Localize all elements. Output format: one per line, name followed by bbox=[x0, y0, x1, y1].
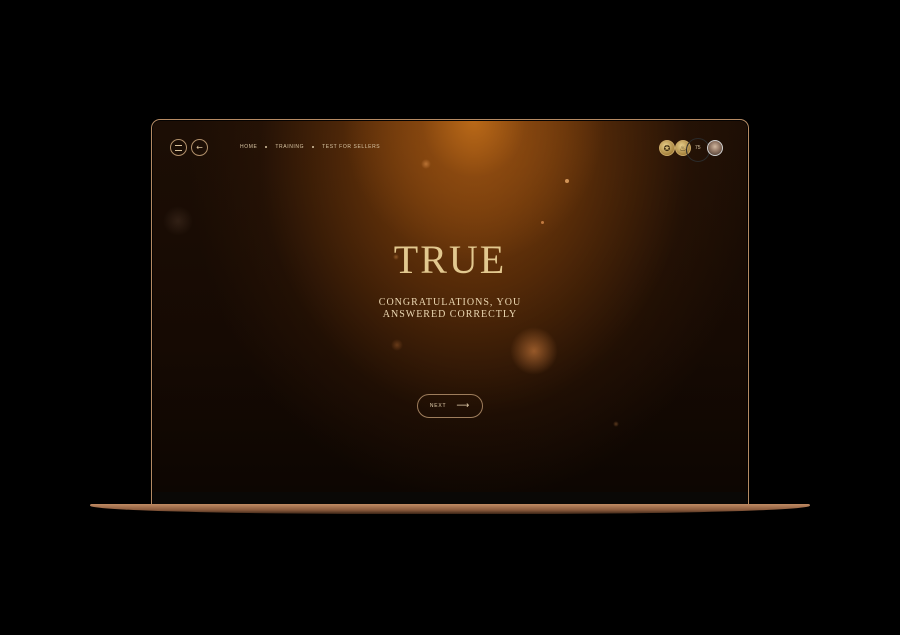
bokeh-light bbox=[163, 206, 193, 236]
hamburger-icon bbox=[175, 144, 182, 151]
bokeh-light bbox=[421, 159, 431, 169]
result-message-line-2: ANSWERED CORRECTLY bbox=[382, 309, 518, 320]
bokeh-light bbox=[613, 421, 619, 427]
bokeh-light bbox=[565, 179, 569, 183]
achievement-badge-icon[interactable]: ✪ bbox=[659, 140, 675, 156]
breadcrumb: HOME TRAINING TEST FOR SELLERS bbox=[240, 144, 380, 150]
breadcrumb-separator bbox=[312, 146, 315, 148]
result-title: TRUE bbox=[393, 237, 507, 282]
nav-item-home[interactable]: HOME bbox=[240, 144, 257, 150]
laptop-mockup: ← HOME TRAINING TEST FOR SELLERS ✪ ♨ 75 … bbox=[0, 0, 900, 635]
bokeh-light bbox=[541, 221, 544, 224]
avatar[interactable] bbox=[707, 140, 723, 156]
score-value: 75 bbox=[695, 145, 701, 151]
arrow-left-icon: ← bbox=[196, 142, 203, 152]
app-screen: ← HOME TRAINING TEST FOR SELLERS ✪ ♨ 75 … bbox=[153, 121, 747, 492]
breadcrumb-separator bbox=[265, 146, 268, 148]
bokeh-light bbox=[510, 327, 558, 375]
bokeh-light bbox=[391, 339, 403, 351]
menu-button[interactable] bbox=[170, 139, 187, 156]
back-button[interactable]: ← bbox=[191, 139, 208, 156]
arrow-right-icon: ⟶ bbox=[456, 400, 471, 411]
nav-item-test-for-sellers[interactable]: TEST FOR SELLERS bbox=[322, 144, 380, 150]
next-button-label: NEXT bbox=[429, 403, 447, 409]
laptop-base bbox=[90, 504, 810, 514]
result-message-line-1: CONGRATULATIONS, YOU bbox=[378, 297, 522, 308]
user-status: ✪ ♨ 75 bbox=[659, 138, 729, 162]
next-button[interactable]: NEXT ⟶ bbox=[417, 394, 483, 418]
result-message: CONGRATULATIONS, YOU ANSWERED CORRECTLY bbox=[153, 297, 747, 321]
nav-item-training[interactable]: TRAINING bbox=[275, 144, 304, 150]
